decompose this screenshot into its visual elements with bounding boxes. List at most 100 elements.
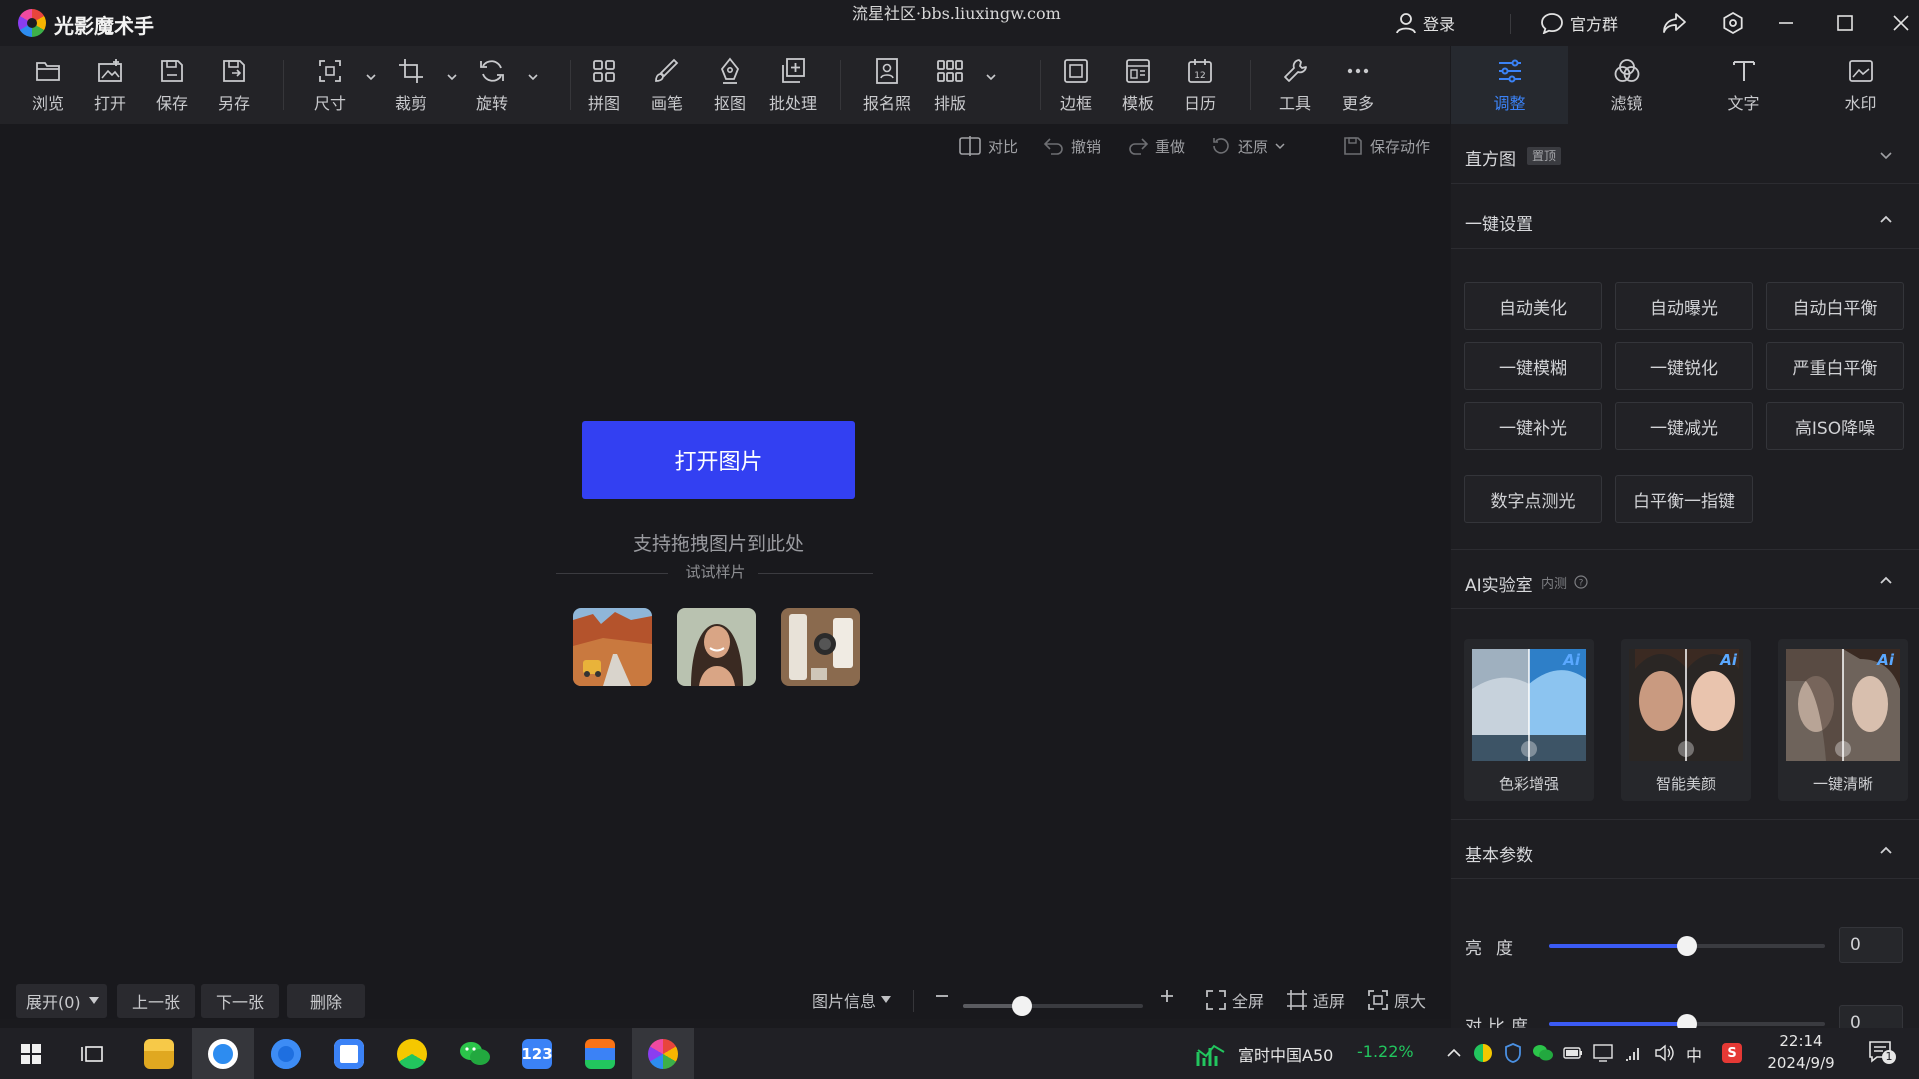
layout-tool[interactable]: 排版 (920, 56, 980, 114)
tray-app-icon[interactable] (1474, 1044, 1492, 1062)
close-icon[interactable] (1891, 13, 1911, 33)
clock-time[interactable]: 22:14 (1766, 1032, 1836, 1050)
cutout-tool[interactable]: 抠图 (700, 56, 760, 114)
open-tool[interactable]: 打开 (80, 56, 140, 114)
volume-icon[interactable] (1654, 1044, 1674, 1062)
border-tool[interactable]: 边框 (1046, 56, 1106, 114)
size-dropdown-icon[interactable] (364, 70, 378, 84)
zoom-in-button[interactable] (1159, 988, 1175, 1004)
histogram-section-header[interactable]: 直方图 置顶 (1451, 124, 1919, 184)
battery-icon[interactable] (1563, 1046, 1583, 1060)
contrast-slider-knob[interactable] (1677, 1014, 1697, 1028)
one-click-blur-button[interactable]: 一键模糊 (1464, 342, 1602, 390)
taskbar-cloud-drive[interactable] (318, 1028, 380, 1079)
notification-center[interactable]: 1 (1868, 1040, 1896, 1064)
settings-icon[interactable] (1721, 11, 1745, 35)
taskbar-wechat[interactable] (444, 1028, 506, 1079)
zoom-slider-knob[interactable] (1012, 996, 1032, 1016)
taskbar-photo-editor[interactable] (632, 1028, 694, 1079)
severe-white-balance-button[interactable]: 严重白平衡 (1766, 342, 1904, 390)
help-icon[interactable]: ? (1574, 575, 1588, 589)
auto-exposure-button[interactable]: 自动曝光 (1615, 282, 1753, 330)
tray-expand-icon[interactable] (1446, 1046, 1462, 1060)
redo-button[interactable]: 重做 (1127, 132, 1185, 160)
ime-indicator[interactable]: 中 (1686, 1042, 1702, 1066)
login-button[interactable]: 登录 (1395, 11, 1455, 35)
browse-tool[interactable]: 浏览 (18, 56, 78, 114)
tools-tool[interactable]: 工具 (1265, 56, 1325, 114)
open-image-button[interactable]: 打开图片 (582, 421, 855, 499)
auto-beautify-button[interactable]: 自动美化 (1464, 282, 1602, 330)
rotate-dropdown-icon[interactable] (526, 70, 540, 84)
image-info-dropdown[interactable]: 图片信息 (812, 988, 892, 1012)
high-iso-denoise-button[interactable]: 高ISO降噪 (1766, 402, 1904, 450)
brightness-value-input[interactable]: 0 (1839, 927, 1903, 963)
zoom-slider[interactable] (963, 996, 1143, 1016)
restore-button[interactable]: 还原 (1210, 132, 1286, 160)
brightness-slider[interactable] (1549, 936, 1825, 956)
template-tool[interactable]: 模板 (1108, 56, 1168, 114)
tab-adjust[interactable]: 调整 (1451, 46, 1568, 124)
taskbar-file-explorer[interactable] (128, 1028, 190, 1079)
taskbar-app-yellow[interactable] (381, 1028, 443, 1079)
calendar-tool[interactable]: 12 日历 (1170, 56, 1230, 114)
taskbar-123-pan[interactable]: 123 (506, 1028, 568, 1079)
stock-widget[interactable] (1196, 1040, 1226, 1068)
sample-thumbnail-camera[interactable] (781, 608, 860, 686)
minimize-icon[interactable] (1776, 13, 1796, 33)
shield-icon[interactable] (1504, 1043, 1522, 1063)
fullscreen-button[interactable]: 全屏 (1205, 988, 1264, 1012)
crop-dropdown-icon[interactable] (445, 70, 459, 84)
expand-dropdown[interactable]: 展开(0) (16, 984, 107, 1018)
display-icon[interactable] (1593, 1044, 1613, 1062)
auto-white-balance-button[interactable]: 自动白平衡 (1766, 282, 1904, 330)
tab-text[interactable]: 文字 (1685, 46, 1802, 124)
original-size-button[interactable]: 原大 (1367, 988, 1426, 1012)
delete-button[interactable]: 删除 (287, 984, 365, 1018)
save-as-tool[interactable]: 另存 (204, 56, 264, 114)
rotate-tool[interactable]: 旋转 (462, 56, 522, 114)
share-icon[interactable] (1662, 11, 1688, 35)
tab-watermark[interactable]: 水印 (1802, 46, 1919, 124)
task-view-button[interactable] (62, 1028, 124, 1079)
maximize-icon[interactable] (1835, 13, 1855, 33)
contrast-slider[interactable] (1549, 1014, 1825, 1028)
wechat-tray-icon[interactable] (1532, 1044, 1554, 1062)
sample-thumbnail-portrait[interactable] (677, 608, 756, 686)
basic-params-section-header[interactable]: 基本参数 (1451, 819, 1919, 879)
brightness-slider-knob[interactable] (1677, 936, 1697, 956)
ai-card-one-click-sharpen[interactable]: Ai 一键清晰 (1778, 639, 1908, 801)
zoom-out-button[interactable] (934, 988, 950, 1004)
fit-screen-button[interactable]: 适屏 (1286, 988, 1345, 1012)
histogram-pin-badge[interactable]: 置顶 (1527, 147, 1562, 165)
clock-date[interactable]: 2024/9/9 (1762, 1054, 1840, 1072)
one-click-section-header[interactable]: 一键设置 (1451, 189, 1919, 249)
taskbar-browser-b[interactable] (255, 1028, 317, 1079)
one-click-sharpen-button[interactable]: 一键锐化 (1615, 342, 1753, 390)
network-icon[interactable] (1624, 1044, 1644, 1062)
sogou-ime-icon[interactable]: S (1722, 1043, 1742, 1063)
ai-lab-section-header[interactable]: AI实验室 内测 ? (1451, 549, 1919, 609)
white-balance-picker-button[interactable]: 白平衡一指键 (1615, 475, 1753, 523)
ai-card-color-enhance[interactable]: Ai 色彩增强 (1464, 639, 1594, 801)
taskbar-store[interactable] (569, 1028, 631, 1079)
next-button[interactable]: 下一张 (201, 984, 279, 1018)
spot-metering-button[interactable]: 数字点测光 (1464, 475, 1602, 523)
contrast-value-input[interactable]: 0 (1839, 1005, 1903, 1028)
crop-tool[interactable]: 裁剪 (381, 56, 441, 114)
reduce-light-button[interactable]: 一键减光 (1615, 402, 1753, 450)
save-tool[interactable]: 保存 (142, 56, 202, 114)
size-tool[interactable]: 尺寸 (300, 56, 360, 114)
more-tool[interactable]: 更多 (1328, 56, 1388, 114)
id-photo-tool[interactable]: 报名照 (857, 56, 917, 114)
compare-button[interactable]: 对比 (958, 132, 1018, 160)
sample-thumbnail-desert[interactable] (573, 608, 652, 686)
save-action-button[interactable]: 保存动作 (1342, 132, 1430, 160)
layout-dropdown-icon[interactable] (984, 70, 998, 84)
official-group-button[interactable]: 官方群 (1540, 11, 1618, 35)
start-button[interactable] (0, 1028, 62, 1079)
undo-button[interactable]: 撤销 (1043, 132, 1101, 160)
collage-tool[interactable]: 拼图 (574, 56, 634, 114)
prev-button[interactable]: 上一张 (117, 984, 195, 1018)
tab-filter[interactable]: 滤镜 (1568, 46, 1685, 124)
